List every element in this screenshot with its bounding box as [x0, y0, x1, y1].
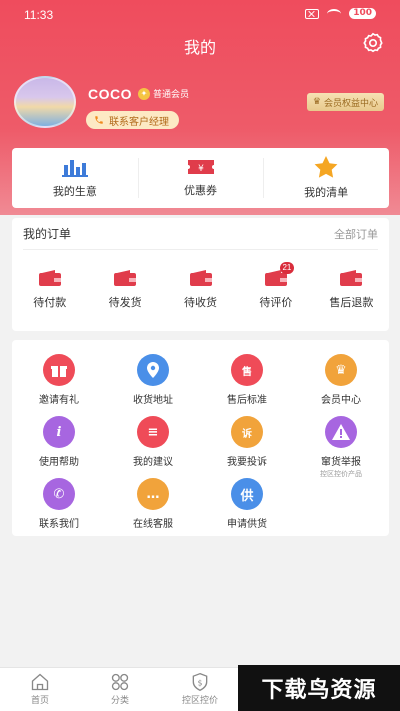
services-card: 邀请有礼 收货地址 售 售后标准 ♛ 会员中心 i 使用帮助 ≡ 我的建议 诉 …: [12, 340, 389, 536]
service-label: 申请供货: [227, 519, 267, 530]
service-complaint[interactable]: 诉 我要投诉: [200, 416, 294, 468]
member-level-label: 普通会员: [153, 90, 190, 100]
wallet-icon: [114, 270, 137, 286]
member-medal-icon: ✦: [138, 87, 150, 100]
quick-item-list[interactable]: 我的清单: [263, 148, 389, 208]
service-online-support[interactable]: … 在线客服: [106, 478, 200, 530]
quick-item-label: 优惠券: [184, 184, 217, 197]
after-sale-icon: 售: [231, 354, 263, 386]
battery-icon: 100: [349, 8, 376, 19]
location-icon: [137, 354, 169, 386]
crown-small-icon: ♛: [312, 97, 321, 107]
order-status-label: 待付款: [33, 296, 67, 309]
status-bar: 11:33 100: [0, 0, 400, 30]
star-icon: [314, 156, 338, 178]
bar-chart-icon: [61, 160, 88, 177]
quick-actions-card: 我的生意 ¥ 优惠券 我的清单: [12, 148, 389, 208]
orders-header: 我的订单 全部订单: [23, 218, 378, 250]
tab-category[interactable]: 分类: [80, 668, 160, 711]
tab-price-control[interactable]: $ 控区控价: [160, 668, 240, 711]
service-report[interactable]: 窜货举报 控区控价产品: [294, 416, 388, 479]
tab-label: 首页: [30, 696, 49, 706]
quick-item-label: 我的清单: [304, 186, 349, 199]
price-shield-icon: $: [192, 672, 208, 692]
crown-icon: ♛: [325, 354, 357, 386]
service-suggestion[interactable]: ≡ 我的建议: [106, 416, 200, 468]
service-address[interactable]: 收货地址: [106, 354, 200, 406]
service-member-center[interactable]: ♛ 会员中心: [294, 354, 388, 406]
username: COCO: [88, 86, 132, 102]
tab-label: 分类: [110, 696, 129, 706]
gear-icon[interactable]: [362, 32, 384, 54]
tab-home[interactable]: 首页: [0, 668, 80, 711]
order-pending-shipment[interactable]: 待发货: [87, 270, 162, 310]
service-invite[interactable]: 邀请有礼: [12, 354, 106, 406]
warning-icon: [325, 416, 357, 448]
svg-text:¥: ¥: [198, 164, 204, 174]
sim-icon: [305, 8, 320, 19]
all-orders-link[interactable]: 全部订单: [334, 226, 378, 242]
order-status-label: 待发货: [108, 296, 142, 309]
tab-label: 控区控价: [181, 696, 218, 706]
member-rights-button[interactable]: ♛ 会员权益中心: [306, 93, 384, 111]
order-status-row: 待付款 待发货 待收货 21 待评价 售后退款: [12, 262, 389, 310]
service-label: 会员中心: [321, 395, 361, 406]
svg-text:$: $: [198, 678, 203, 687]
quick-item-business[interactable]: 我的生意: [12, 148, 138, 208]
service-label: 窜货举报: [321, 457, 361, 468]
service-label: 售后标准: [227, 395, 267, 406]
chat-icon: …: [137, 478, 169, 510]
home-icon: [31, 673, 49, 691]
service-label: 邀请有礼: [39, 395, 79, 406]
phone-icon: [95, 116, 103, 124]
service-label: 使用帮助: [39, 457, 79, 468]
service-label: 收货地址: [133, 395, 173, 406]
service-sublabel: 控区控价产品: [320, 470, 362, 478]
wallet-icon: [38, 270, 61, 286]
service-label: 我要投诉: [227, 457, 267, 468]
order-status-label: 售后退款: [329, 296, 374, 309]
service-label: 在线客服: [133, 519, 173, 530]
status-time: 11:33: [24, 8, 54, 22]
order-pending-receipt[interactable]: 待收货: [163, 270, 238, 310]
complaint-icon: 诉: [231, 416, 263, 448]
help-icon: i: [43, 416, 75, 448]
supply-icon: 供: [231, 478, 263, 510]
contact-manager-label: 联系客户经理: [109, 116, 169, 128]
watermark: 下载鸟资源: [238, 665, 400, 711]
grid-icon: [111, 673, 129, 691]
order-status-label: 待评价: [259, 296, 293, 309]
contact-manager-button[interactable]: 联系客户经理: [86, 111, 179, 129]
service-supply[interactable]: 供 申请供货: [200, 478, 294, 530]
service-help[interactable]: i 使用帮助: [12, 416, 106, 468]
status-icons: 100: [305, 8, 376, 19]
service-label: 我的建议: [133, 457, 173, 468]
orders-title: 我的订单: [23, 227, 72, 241]
wifi-icon: [327, 8, 342, 19]
quick-item-label: 我的生意: [52, 185, 97, 198]
gift-icon: [43, 354, 75, 386]
service-after-sale[interactable]: 售 售后标准: [200, 354, 294, 406]
member-level-badge: ✦ 普通会员: [138, 87, 189, 100]
order-pending-payment[interactable]: 待付款: [12, 270, 87, 310]
service-label: 联系我们: [39, 519, 79, 530]
order-status-label: 待收货: [184, 296, 218, 309]
quick-item-coupon[interactable]: ¥ 优惠券: [137, 148, 264, 208]
coupon-icon: ¥: [187, 160, 214, 174]
wallet-icon: [340, 270, 363, 286]
orders-card: 我的订单 全部订单 待付款 待发货 待收货 21 待评价 售后退款: [12, 218, 389, 331]
wallet-icon: [189, 270, 212, 286]
review-count-badge: 21: [279, 262, 294, 274]
phone-icon: ✆: [43, 478, 75, 510]
avatar[interactable]: [14, 76, 76, 128]
order-pending-review[interactable]: 21 待评价: [238, 262, 313, 310]
suggestion-icon: ≡: [137, 416, 169, 448]
member-rights-label: 会员权益中心: [323, 98, 378, 109]
page-title: 我的: [183, 38, 216, 57]
order-refund[interactable]: 售后退款: [314, 270, 389, 310]
service-contact[interactable]: ✆ 联系我们: [12, 478, 106, 530]
